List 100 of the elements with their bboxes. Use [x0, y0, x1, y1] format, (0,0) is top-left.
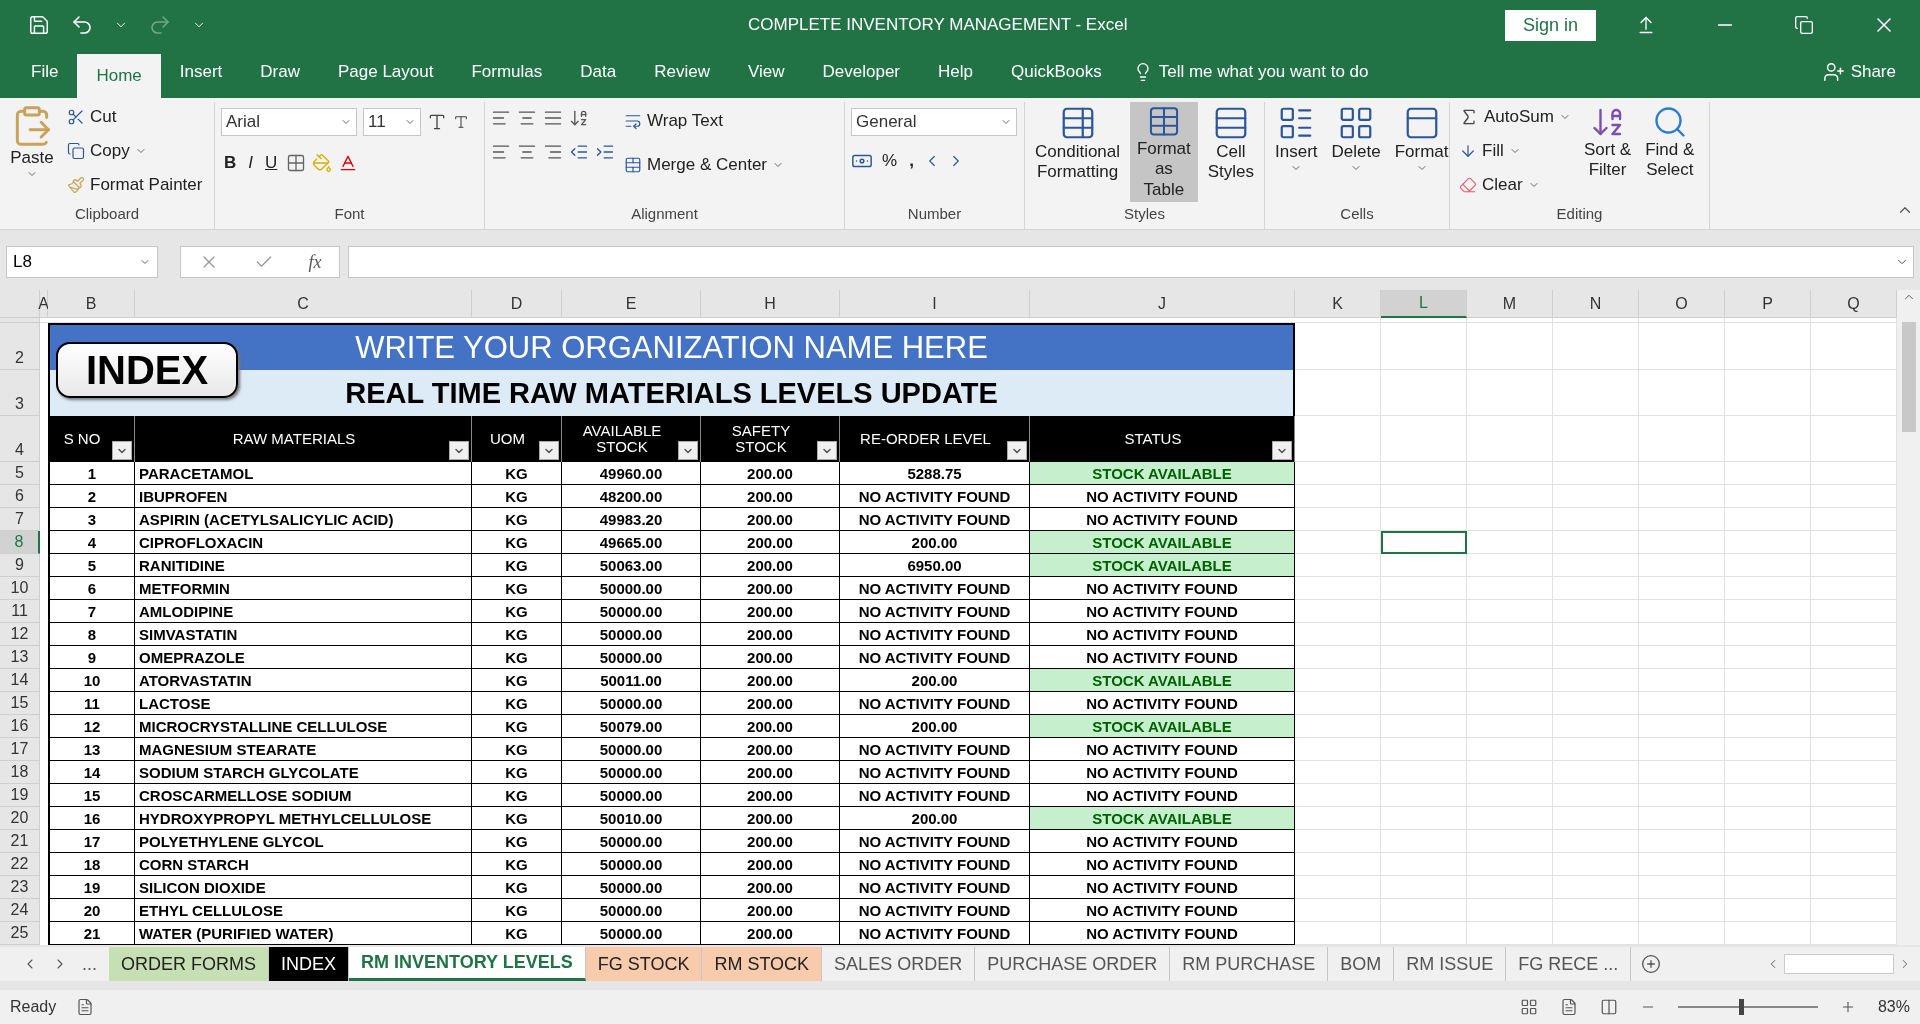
sheet-tab[interactable]: RM STOCK — [702, 947, 823, 981]
sign-in-button[interactable]: Sign in — [1504, 9, 1596, 41]
paste-button[interactable]: Paste — [6, 102, 58, 202]
shrink-font-icon[interactable] — [453, 114, 469, 130]
row-header[interactable]: 9 — [0, 554, 40, 577]
row-header[interactable]: 3 — [0, 370, 40, 416]
row-header[interactable]: 22 — [0, 853, 40, 876]
row-header[interactable]: 7 — [0, 508, 40, 531]
find-select-button[interactable]: Find & Select — [1641, 102, 1699, 202]
filter-button[interactable] — [678, 441, 698, 460]
row-header[interactable]: 8 — [0, 531, 40, 554]
horizontal-scrollbar[interactable] — [1784, 954, 1894, 974]
row-header[interactable]: 4 — [0, 416, 40, 462]
ribbon-tab[interactable]: Home — [77, 54, 161, 98]
borders-icon[interactable] — [286, 153, 307, 173]
filter-button[interactable] — [539, 441, 559, 460]
column-header[interactable]: K — [1295, 290, 1381, 318]
row-header[interactable]: 16 — [0, 715, 40, 738]
restore-icon[interactable] — [1794, 15, 1814, 35]
ribbon-tab[interactable]: View — [728, 50, 804, 94]
index-button[interactable]: INDEX — [56, 342, 238, 398]
ribbon-tab[interactable]: Formulas — [452, 50, 562, 94]
row-header[interactable]: 25 — [0, 922, 40, 945]
row-header[interactable]: 24 — [0, 899, 40, 922]
copy-button[interactable]: Copy — [64, 136, 206, 166]
share-button[interactable]: Share — [1822, 50, 1896, 94]
row-header[interactable]: 17 — [0, 738, 40, 761]
column-header[interactable]: M — [1467, 290, 1553, 318]
styles-button[interactable]: Format as Table — [1130, 102, 1198, 202]
sheet-tab[interactable]: ORDER FORMS — [109, 947, 269, 981]
filter-button[interactable] — [1272, 441, 1292, 460]
styles-button[interactable]: Cell Styles — [1203, 102, 1258, 202]
grow-font-icon[interactable] — [427, 112, 447, 132]
formula-field[interactable] — [348, 246, 1914, 278]
save-icon[interactable] — [28, 14, 50, 36]
row-header[interactable]: 13 — [0, 646, 40, 669]
fill-color-icon[interactable] — [312, 153, 333, 173]
sheet-tab[interactable]: PURCHASE ORDER — [975, 947, 1171, 981]
cut-button[interactable]: Cut — [64, 102, 206, 132]
tell-me-search[interactable]: Tell me what you want to do — [1132, 50, 1369, 94]
filter-button[interactable] — [112, 441, 132, 460]
column-header[interactable]: J — [1030, 290, 1295, 318]
selected-cell[interactable] — [1381, 531, 1467, 554]
column-header[interactable]: Q — [1811, 290, 1897, 318]
font-size-field[interactable]: 11 — [363, 108, 421, 136]
ribbon-tab[interactable]: Help — [919, 50, 992, 94]
column-header[interactable]: D — [472, 290, 562, 318]
column-header[interactable]: O — [1639, 290, 1725, 318]
normal-view-icon[interactable] — [1519, 998, 1538, 1016]
percent-button[interactable]: % — [879, 146, 901, 176]
number-format-field[interactable]: General — [851, 108, 1017, 136]
row-header[interactable]: 18 — [0, 761, 40, 784]
row-header[interactable]: 20 — [0, 807, 40, 830]
row-header[interactable]: 10 — [0, 577, 40, 600]
sheet-tab[interactable]: RM INVENTORY LEVELS — [349, 947, 586, 981]
filter-button[interactable] — [817, 441, 837, 460]
filter-button[interactable] — [449, 441, 469, 460]
cells-button[interactable]: Insert — [1271, 102, 1322, 202]
autosum-button[interactable]: AutoSum — [1456, 102, 1574, 132]
sheet-tab[interactable]: FG STOCK — [585, 947, 703, 981]
cells-button[interactable]: Format — [1390, 102, 1453, 202]
column-header[interactable]: C — [135, 290, 472, 318]
sheet-tab[interactable]: RM ISSUE — [1394, 947, 1507, 981]
empty-cells[interactable] — [1295, 462, 1897, 945]
comma-button[interactable]: , — [906, 146, 917, 176]
vertical-scrollbar[interactable] — [1897, 290, 1920, 945]
ribbon-tab[interactable]: Data — [561, 50, 636, 94]
row-header[interactable]: 12 — [0, 623, 40, 646]
page-break-icon[interactable] — [1599, 998, 1618, 1016]
font-name-field[interactable]: Arial — [221, 108, 357, 136]
ribbon-tab[interactable]: File — [12, 50, 78, 94]
styles-button[interactable]: Conditional Formatting — [1031, 102, 1125, 202]
zoom-thumb[interactable] — [1738, 999, 1744, 1015]
sheet-tab[interactable]: RM PURCHASE — [1170, 947, 1329, 981]
more-sheets-button[interactable]: ... — [82, 953, 97, 975]
column-header[interactable]: L — [1381, 290, 1467, 318]
row-header[interactable]: 19 — [0, 784, 40, 807]
sheet-tab[interactable]: FG RECE ... — [1506, 947, 1632, 981]
row-header[interactable]: 21 — [0, 830, 40, 853]
merge-center-button[interactable]: Merge & Center — [621, 150, 787, 180]
new-sheet-icon[interactable] — [1641, 954, 1662, 974]
row-header[interactable]: 6 — [0, 485, 40, 508]
ribbon-tab[interactable]: QuickBooks — [992, 50, 1121, 94]
wrap-text-button[interactable]: Wrap Text — [621, 106, 787, 136]
ribbon-tab[interactable]: Review — [635, 50, 729, 94]
filter-button[interactable] — [1007, 441, 1027, 460]
clear-button[interactable]: Clear — [1456, 170, 1574, 200]
row-header[interactable]: 11 — [0, 600, 40, 623]
row-header[interactable]: 5 — [0, 462, 40, 485]
column-header[interactable]: P — [1725, 290, 1811, 318]
column-header[interactable]: E — [562, 290, 701, 318]
column-header[interactable]: N — [1553, 290, 1639, 318]
bold-button[interactable]: B — [221, 148, 240, 178]
row-header[interactable]: 15 — [0, 692, 40, 715]
format-painter-button[interactable]: Format Painter — [64, 170, 206, 200]
undo-icon[interactable] — [70, 13, 94, 37]
ribbon-tab[interactable]: Developer — [803, 50, 919, 94]
italic-button[interactable]: I — [245, 148, 256, 178]
sheet-tab[interactable]: BOM — [1328, 947, 1395, 981]
row-header[interactable]: 2 — [0, 323, 40, 370]
